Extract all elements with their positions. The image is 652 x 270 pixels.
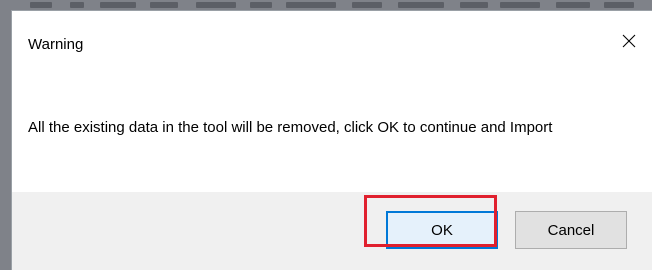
close-button[interactable] [606,25,652,61]
background-window-strip [0,0,652,10]
dialog-title: Warning [28,36,84,53]
dialog-message: All the existing data in the tool will b… [28,119,553,136]
cancel-button[interactable]: Cancel [515,211,627,249]
dialog-titlebar: Warning [12,11,652,73]
dialog-button-bar: OK Cancel [12,192,652,270]
close-icon [622,34,636,53]
background-window-edge [0,0,11,270]
warning-dialog: Warning All the existing data in the too… [11,10,652,270]
ok-button[interactable]: OK [386,211,498,249]
screen: Warning All the existing data in the too… [0,0,652,270]
